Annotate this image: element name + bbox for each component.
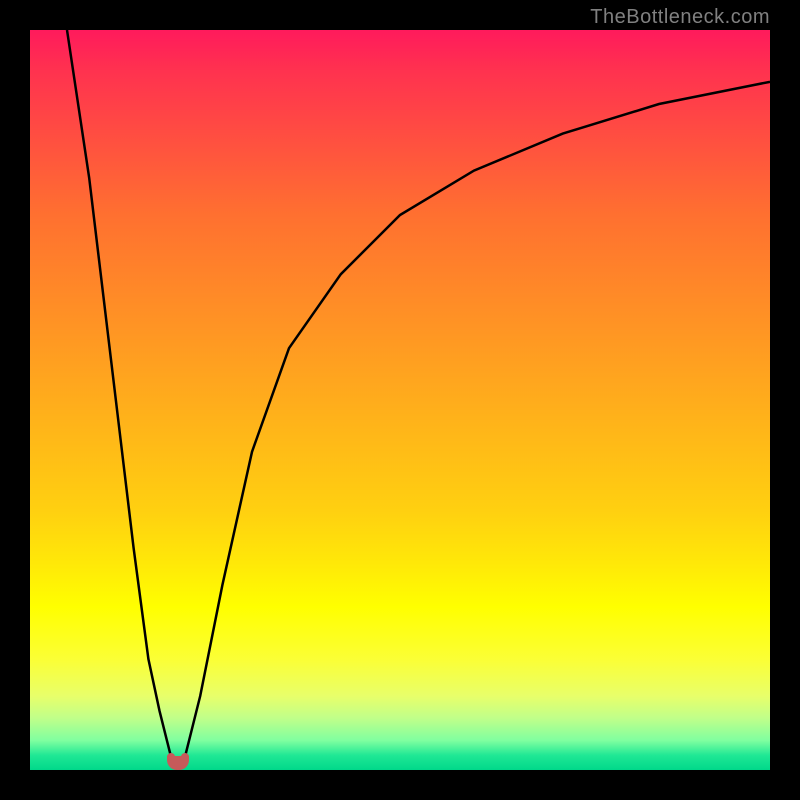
chart-area [30, 30, 770, 770]
watermark-text: TheBottleneck.com [590, 6, 770, 29]
bottleneck-curve [30, 30, 770, 770]
